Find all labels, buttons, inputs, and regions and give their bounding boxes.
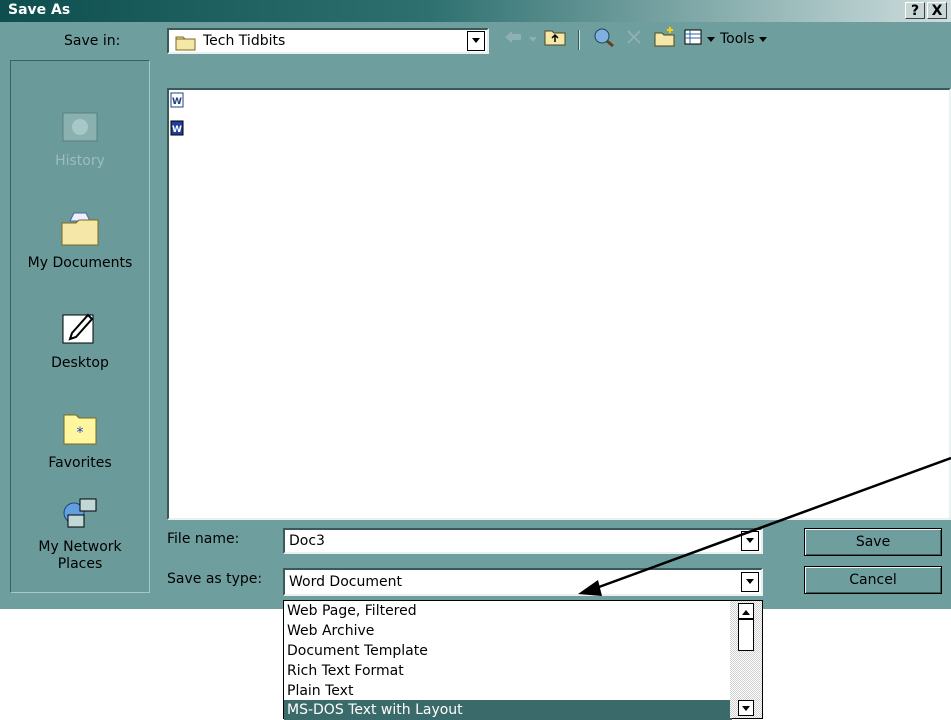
place-label: Desktop xyxy=(51,355,109,371)
svg-text:W: W xyxy=(172,97,182,107)
word-document-icon: W xyxy=(170,120,184,140)
save-type-option[interactable]: Web Archive xyxy=(287,621,374,641)
annotation-arrow xyxy=(578,456,951,596)
svg-text:*: * xyxy=(77,425,84,441)
places-bar: History My Documents Desktop * Favorites… xyxy=(10,60,150,593)
scroll-up-button[interactable] xyxy=(738,603,754,619)
back-button[interactable] xyxy=(500,27,526,51)
help-button[interactable]: ? xyxy=(905,2,925,19)
up-one-level-button[interactable] xyxy=(542,27,568,51)
history-icon xyxy=(11,109,149,149)
close-button[interactable]: X xyxy=(927,2,947,19)
place-label: My Documents xyxy=(27,255,133,271)
views-dropdown-button[interactable] xyxy=(705,27,717,51)
chevron-down-icon xyxy=(742,700,750,716)
back-dropdown-button[interactable] xyxy=(526,27,540,51)
my-documents-icon xyxy=(11,211,149,251)
views-icon xyxy=(684,29,702,49)
network-places-icon xyxy=(11,497,149,535)
save-type-label: Save as type: xyxy=(167,571,263,587)
save-type-option[interactable]: Web Page, Filtered xyxy=(287,601,417,621)
place-my-documents[interactable]: My Documents xyxy=(11,211,149,271)
folder-icon xyxy=(175,33,197,55)
place-label: History xyxy=(55,153,105,169)
save-type-option-selected[interactable]: MS-DOS Text with Layout xyxy=(284,700,732,720)
toolbar-separator xyxy=(578,30,579,50)
save-in-dropdown-button[interactable] xyxy=(467,31,485,51)
save-type-option[interactable]: Plain Text xyxy=(287,681,353,701)
file-item[interactable]: W xyxy=(170,92,184,108)
delete-button[interactable] xyxy=(622,27,646,51)
file-name-input[interactable]: Doc3 xyxy=(289,533,325,549)
save-type-option[interactable]: Rich Text Format xyxy=(287,661,404,681)
save-type-option[interactable]: Document Template xyxy=(287,641,428,661)
desktop-icon xyxy=(11,307,149,351)
favorites-icon: * xyxy=(11,411,149,451)
file-item[interactable]: W xyxy=(170,120,184,136)
new-folder-button[interactable] xyxy=(652,27,678,51)
views-button[interactable] xyxy=(682,27,704,51)
up-folder-icon xyxy=(544,28,566,50)
small-chevron-icon xyxy=(529,31,537,47)
dropdown-scrollbar[interactable] xyxy=(730,601,762,718)
save-type-dropdown-list[interactable]: Web Page, Filtered Web Archive Document … xyxy=(283,600,763,720)
save-in-value: Tech Tidbits xyxy=(203,33,286,49)
back-arrow-icon xyxy=(503,30,523,48)
search-web-button[interactable] xyxy=(590,27,618,51)
chevron-up-icon xyxy=(742,603,750,619)
file-name-label: File name: xyxy=(167,531,240,547)
place-history[interactable]: History xyxy=(11,109,149,169)
place-favorites[interactable]: * Favorites xyxy=(11,411,149,471)
place-label: My Network Places xyxy=(38,539,122,572)
place-desktop[interactable]: Desktop xyxy=(11,307,149,371)
scroll-thumb[interactable] xyxy=(738,619,754,651)
new-folder-icon xyxy=(654,27,676,51)
small-chevron-icon xyxy=(758,31,767,47)
save-in-label: Save in: xyxy=(64,33,121,49)
place-label: Favorites xyxy=(48,455,112,471)
place-my-network-places[interactable]: My Network Places xyxy=(11,497,149,573)
small-chevron-icon xyxy=(707,31,715,47)
save-type-value: Word Document xyxy=(289,574,402,590)
title-bar[interactable]: Save As ? X xyxy=(0,0,951,22)
tools-label: Tools xyxy=(720,31,755,47)
search-globe-icon xyxy=(593,27,615,51)
window-title: Save As xyxy=(8,2,71,18)
scroll-down-button[interactable] xyxy=(738,700,754,716)
tools-menu-button[interactable]: Tools xyxy=(720,27,790,51)
delete-x-icon xyxy=(626,29,642,49)
chevron-down-icon xyxy=(471,33,481,49)
word-document-icon: W xyxy=(170,92,184,112)
save-in-combo[interactable]: Tech Tidbits xyxy=(167,28,489,54)
svg-text:W: W xyxy=(172,125,182,135)
